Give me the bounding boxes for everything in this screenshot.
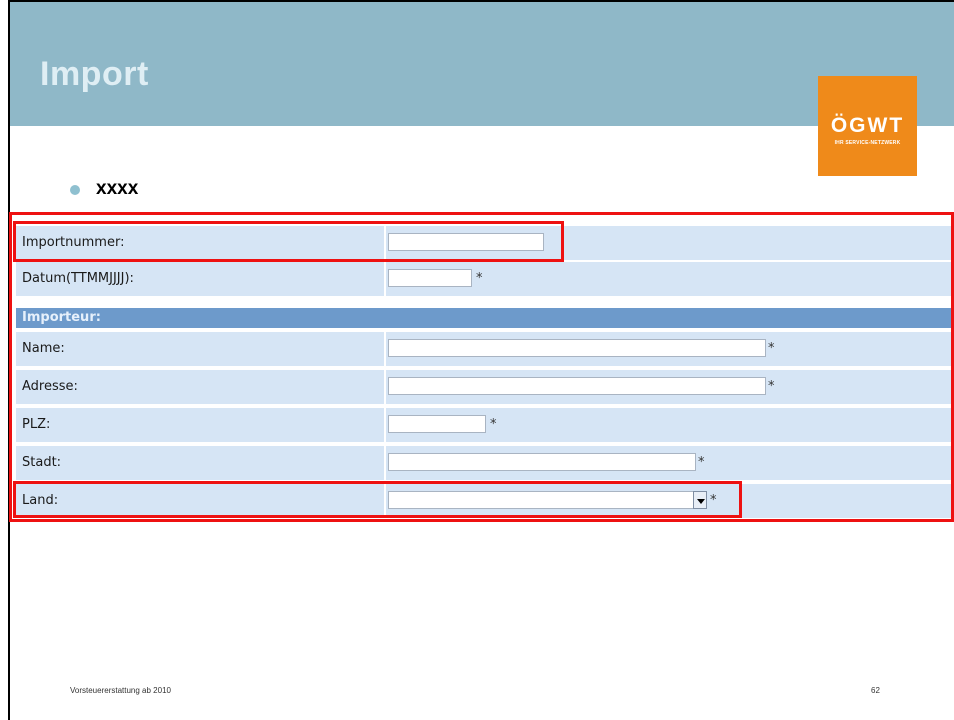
oegwt-logo: ÖGWT IHR SERVICE-NETZWERK [818, 76, 917, 176]
logo-subtitle: IHR SERVICE-NETZWERK [834, 140, 901, 146]
header-band [10, 2, 954, 126]
slide: Import ÖGWT IHR SERVICE-NETZWERK xxxx Im… [0, 0, 954, 720]
logo-text: ÖGWT [830, 114, 905, 137]
footer-text: Vorsteuererstattung ab 2010 [70, 686, 171, 695]
slide-title: Import [40, 55, 149, 93]
bullet-dot [70, 185, 80, 195]
highlight-box-land [13, 481, 742, 518]
bullet-text: xxxx [96, 178, 139, 199]
page-number: 62 [871, 686, 880, 695]
highlight-box-importnummer [13, 221, 564, 262]
